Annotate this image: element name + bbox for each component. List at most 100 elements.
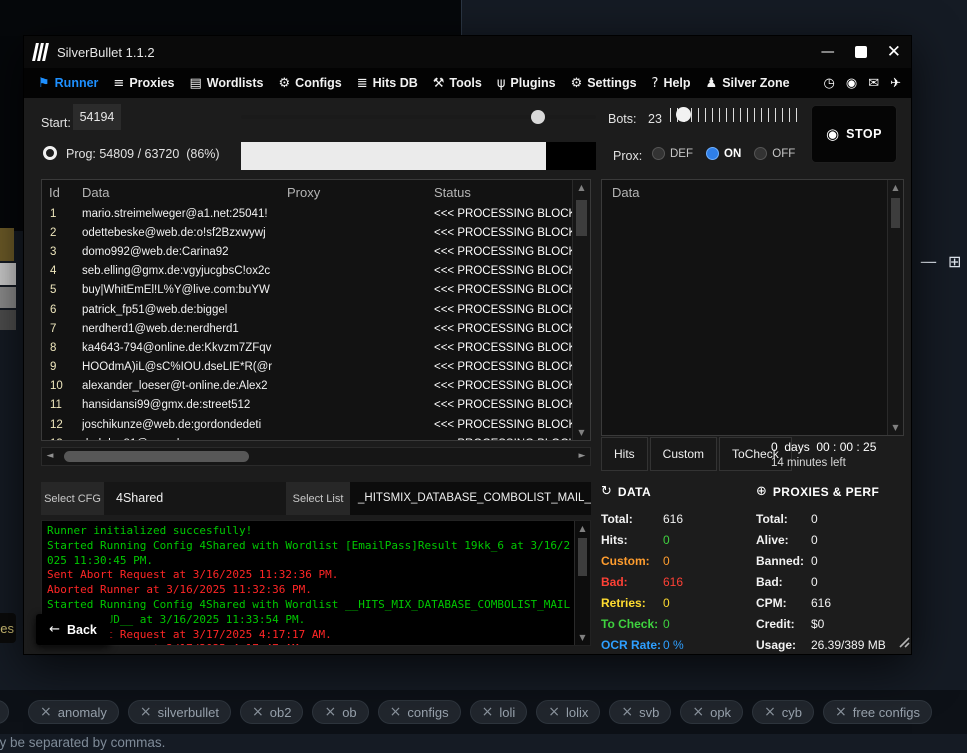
start-slider-thumb[interactable]	[531, 110, 545, 124]
background-restore-icon[interactable]: ⊞	[948, 252, 961, 271]
panel-vertical-scrollbar[interactable]: ▲ ▼	[887, 180, 903, 435]
remove-tag-icon[interactable]: ×	[140, 704, 152, 720]
column-header-proxy[interactable]: Proxy	[287, 185, 434, 200]
remove-tag-icon[interactable]: ×	[548, 704, 560, 720]
select-list-button[interactable]: Select List	[286, 482, 350, 515]
remove-tag-icon[interactable]: ×	[390, 704, 402, 720]
remove-tag-icon[interactable]: ×	[764, 704, 776, 720]
stat-label: Hits:	[601, 533, 663, 547]
table-row[interactable]: 1 mario.streimelweger@a1.net:25041! <<< …	[42, 204, 572, 223]
cell-status: <<< PROCESSING BLOCK	[434, 208, 572, 220]
results-tab[interactable]: Custom	[650, 437, 717, 471]
tag-chip[interactable]: × free configs	[823, 700, 932, 724]
table-row[interactable]: 8 ka4643-794@online.de:Kkvzm7ZFqv <<< PR…	[42, 338, 572, 357]
select-config-button[interactable]: Select CFG	[41, 482, 104, 515]
chat-icon[interactable]: ✉	[868, 76, 879, 91]
start-input[interactable]	[73, 104, 121, 130]
background-minimize-icon[interactable]: —	[920, 252, 937, 272]
scroll-up-icon[interactable]: ▲	[888, 180, 903, 195]
table-row[interactable]: 4 seb.elling@gmx.de:vgyjucgbsC!ox2c <<< …	[42, 262, 572, 281]
table-row[interactable]: 6 patrick_fp51@web.de:biggel <<< PROCESS…	[42, 300, 572, 319]
grid-vertical-scrollbar[interactable]: ▲ ▼	[572, 180, 590, 440]
tag-chip[interactable]: × anomaly	[28, 700, 119, 724]
menu-item[interactable]: ⚙ Settings	[571, 76, 637, 91]
scroll-left-icon[interactable]: ◄	[42, 448, 58, 465]
remove-tag-icon[interactable]: ×	[482, 704, 494, 720]
back-label: Back	[67, 623, 97, 637]
table-row[interactable]: 10 alexander_loeser@t-online.de:Alex2 <<…	[42, 377, 572, 396]
tag-chip[interactable]: × ob2	[240, 700, 303, 724]
scroll-up-icon[interactable]: ▲	[575, 521, 590, 536]
scrollbar-thumb[interactable]	[576, 200, 587, 236]
grid-horizontal-scrollbar[interactable]: ◄ ►	[41, 447, 591, 466]
close-button[interactable]: ✕	[887, 42, 901, 62]
tag-label: configs	[407, 705, 448, 720]
back-button[interactable]: ← Back	[36, 614, 110, 645]
menu-item[interactable]: ⚒ Tools	[433, 76, 482, 91]
scroll-right-icon[interactable]: ►	[574, 448, 590, 465]
resize-grip[interactable]	[896, 634, 910, 648]
menu-item[interactable]: ♟ Silver Zone	[706, 76, 790, 91]
log-vertical-scrollbar[interactable]: ▲ ▼	[574, 521, 590, 645]
menu-item[interactable]: ≡ Proxies	[113, 76, 174, 91]
column-header-id[interactable]: Id	[42, 185, 82, 200]
table-row[interactable]: 12 joschikunze@web.de:gordondedeti <<< P…	[42, 415, 572, 434]
scroll-down-icon[interactable]: ▼	[573, 425, 590, 440]
bots-slider-thumb[interactable]	[676, 107, 691, 122]
table-row[interactable]: 11 hansidansi99@gmx.de:street512 <<< PRO…	[42, 396, 572, 415]
maximize-button[interactable]	[855, 46, 867, 58]
tag-chip[interactable]: × ob	[312, 700, 368, 724]
remove-tag-icon[interactable]: ×	[621, 704, 633, 720]
column-header-data[interactable]: Data	[82, 185, 287, 200]
remove-tag-icon[interactable]: ×	[692, 704, 704, 720]
tag-chip[interactable]: × svb	[609, 700, 671, 724]
scrollbar-thumb[interactable]	[578, 538, 587, 576]
remove-tag-icon[interactable]: ×	[324, 704, 336, 720]
scroll-up-icon[interactable]: ▲	[573, 180, 590, 195]
stat-value: 0	[811, 512, 818, 526]
results-tab[interactable]: Hits	[601, 437, 648, 471]
remove-tag-icon[interactable]: ×	[835, 704, 847, 720]
title-bar[interactable]: SilverBullet 1.1.2 — ✕	[24, 36, 911, 68]
column-header-status[interactable]: Status	[434, 185, 590, 200]
remove-tag-icon[interactable]: ×	[40, 704, 52, 720]
table-row[interactable]: 9 HOOdmA)iL@sC%IOU.dseLIE*R(@r <<< PROCE…	[42, 358, 572, 377]
menu-item[interactable]: ⚙ Configs	[279, 76, 342, 91]
config-value-field[interactable]: 4Shared	[104, 482, 286, 515]
back-arrow-icon: ←	[49, 622, 60, 637]
menu-item[interactable]: ? Help	[652, 76, 691, 91]
send-icon[interactable]: ✈	[890, 76, 901, 91]
stop-button[interactable]: ◉ STOP	[811, 105, 897, 163]
menu-item-icon: ⚙	[571, 76, 583, 91]
table-row[interactable]: 13 darkdog81@gmx.de:runner <<< PROCESSIN…	[42, 434, 572, 440]
table-row[interactable]: 7 nerdherd1@web.de:nerdherd1 <<< PROCESS…	[42, 319, 572, 338]
minimize-button[interactable]: —	[821, 44, 835, 60]
screenshot-icon[interactable]: ◉	[846, 76, 857, 91]
menu-item[interactable]: ψ Plugins	[497, 76, 556, 91]
tag-chip[interactable]: × cyb	[752, 700, 814, 724]
scrollbar-thumb[interactable]	[64, 451, 249, 462]
tag-chip[interactable]: × configs	[378, 700, 461, 724]
stat-label: OCR Rate:	[601, 638, 663, 652]
menu-item[interactable]: ▤ Wordlists	[189, 76, 263, 91]
scroll-down-icon[interactable]: ▼	[575, 630, 590, 645]
table-row[interactable]: 2 odettebeske@web.de:o!sf2Bzxwywj <<< PR…	[42, 223, 572, 242]
proxy-mode-option[interactable]: ON	[706, 147, 741, 160]
table-row[interactable]: 5 buy|WhitEmEl!L%Y@live.com:buYW <<< PRO…	[42, 281, 572, 300]
scrollbar-thumb[interactable]	[891, 198, 900, 228]
remove-tag-icon[interactable]: ×	[252, 704, 264, 720]
table-row[interactable]: 3 domo992@web.de:Carina92 <<< PROCESSING…	[42, 242, 572, 261]
history-icon[interactable]: ◷	[824, 76, 835, 91]
proxy-mode-option[interactable]: OFF	[754, 147, 795, 160]
cell-data: joschikunze@web.de:gordondedeti	[82, 419, 287, 431]
scroll-down-icon[interactable]: ▼	[888, 420, 903, 435]
tag-chip[interactable]: × silverbullet	[128, 700, 231, 724]
tag-chip[interactable]: × loli	[470, 700, 528, 724]
background-partial-button[interactable]: es	[0, 613, 16, 643]
menu-item[interactable]: ≣ Hits DB	[357, 76, 418, 91]
menu-item[interactable]: ⚑ Runner	[38, 76, 98, 91]
wordlist-value-field[interactable]: _HITSMIX_DATABASE_COMBOLIST_MAIL_PAS	[350, 482, 591, 515]
tag-chip[interactable]: × opk	[680, 700, 743, 724]
tag-chip[interactable]: × lolix	[536, 700, 600, 724]
proxy-mode-option[interactable]: DEF	[652, 147, 693, 160]
